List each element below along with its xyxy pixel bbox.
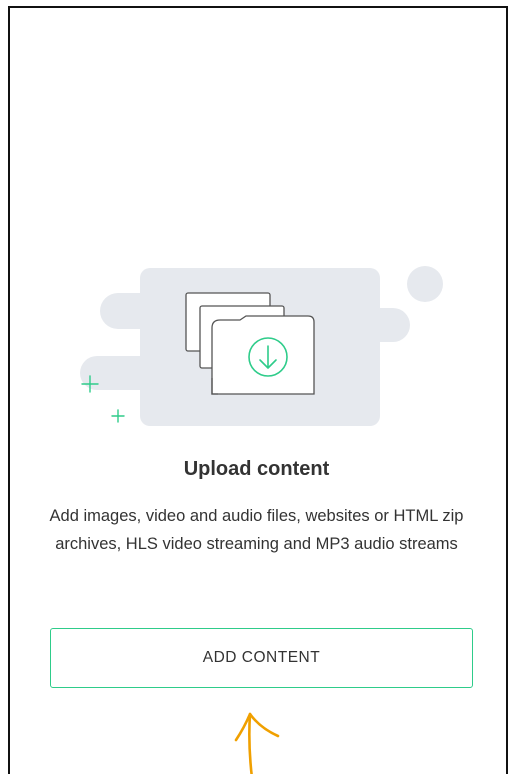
handdrawn-arrow-up-icon — [228, 708, 288, 774]
add-content-button[interactable]: ADD CONTENT — [50, 628, 473, 688]
upload-description: Add images, video and audio files, websi… — [49, 507, 464, 553]
page-title: Upload content — [183, 458, 330, 480]
upload-illustration — [70, 258, 450, 428]
